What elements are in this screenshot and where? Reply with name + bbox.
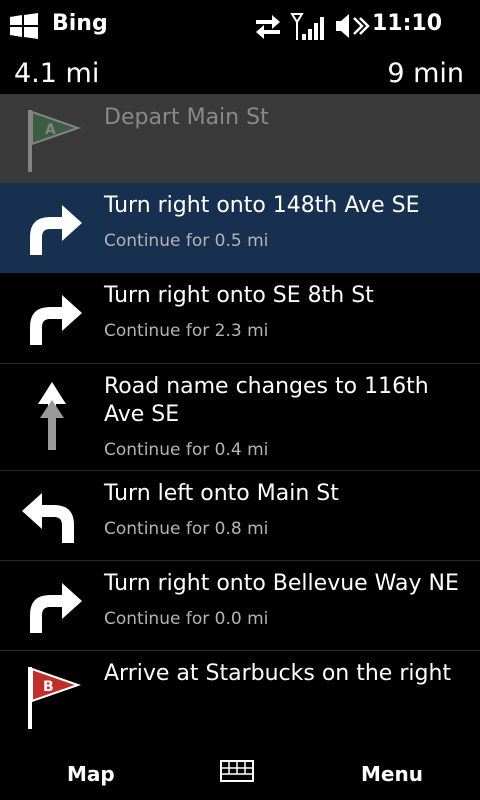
system-status-icons <box>256 13 370 40</box>
direction-step[interactable]: Turn right onto Bellevue Way NE Continue… <box>0 561 480 651</box>
step-instruction: Turn left onto Main St <box>104 481 339 506</box>
straight-arrow-icon <box>38 382 66 450</box>
flag-a-label: A <box>45 122 56 138</box>
flag-a-icon: A <box>28 110 82 172</box>
direction-step[interactable]: Road name changes to 116th Ave SE Contin… <box>0 364 480 471</box>
signal-strength-icon <box>290 13 324 40</box>
direction-step[interactable]: A Depart Main St <box>0 94 480 183</box>
direction-step[interactable]: Turn right onto SE 8th St Continue for 2… <box>0 273 480 364</box>
direction-step[interactable]: Turn right onto 148th Ave SE Continue fo… <box>0 183 480 273</box>
windows-logo-icon[interactable] <box>8 12 40 40</box>
step-instruction: Turn right onto SE 8th St <box>104 283 374 308</box>
step-distance: Continue for 0.5 mi <box>104 231 269 251</box>
clock: 11:10 <box>371 11 442 36</box>
turn-right-arrow-icon <box>30 295 82 345</box>
step-instruction: Road name changes to 116th Ave SE <box>104 374 429 427</box>
step-distance: Continue for 0.4 mi <box>104 440 269 460</box>
step-instruction: Depart Main St <box>104 105 269 130</box>
route-summary: 4.1 mi 9 min <box>0 52 480 94</box>
directions-list: A Depart Main St Turn right onto 148th A… <box>0 94 480 741</box>
data-transfer-icon <box>256 15 280 39</box>
turn-right-arrow-icon <box>30 205 82 255</box>
app-title: Bing <box>52 11 108 36</box>
step-instruction: Arrive at Starbucks on the right <box>104 661 452 686</box>
total-duration: 9 min <box>387 58 464 89</box>
keyboard-icon[interactable] <box>220 760 254 782</box>
flag-b-icon: B <box>28 667 82 729</box>
step-instruction: Turn right onto Bellevue Way NE <box>104 571 459 596</box>
volume-muted-icon <box>336 14 370 38</box>
direction-step[interactable]: Turn left onto Main St Continue for 0.8 … <box>0 471 480 561</box>
menu-button[interactable]: Menu <box>361 762 423 786</box>
turn-right-arrow-icon <box>30 583 82 633</box>
step-distance: Continue for 2.3 mi <box>104 321 269 341</box>
turn-left-arrow-icon <box>22 493 74 543</box>
status-bar: Bing 11:10 <box>0 0 480 52</box>
step-distance: Continue for 0.0 mi <box>104 609 269 629</box>
map-button[interactable]: Map <box>67 762 115 786</box>
step-distance: Continue for 0.8 mi <box>104 519 269 539</box>
flag-b-label: B <box>43 679 54 695</box>
direction-step[interactable]: B Arrive at Starbucks on the right <box>0 651 480 741</box>
step-instruction: Turn right onto 148th Ave SE <box>104 193 420 218</box>
total-distance: 4.1 mi <box>14 58 100 89</box>
application-bar: Map Menu <box>0 740 480 800</box>
